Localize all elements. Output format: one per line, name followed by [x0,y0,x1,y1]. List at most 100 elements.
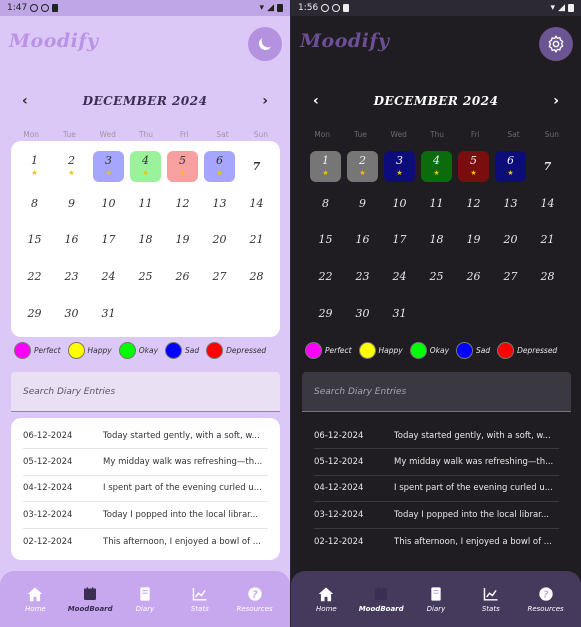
calendar-day[interactable]: 4 ★ [127,148,164,185]
calendar-day[interactable]: 2 ★ [53,148,90,185]
calendar-day[interactable]: 31 [381,295,418,332]
mood-color-dot [305,342,322,359]
calendar-day[interactable]: 10 [90,185,127,222]
calendar-day[interactable]: 28 [529,258,566,295]
calendar-day[interactable]: 16 [53,222,90,259]
calendar-day[interactable]: 26 [164,258,201,295]
calendar-day[interactable]: 16 [344,222,381,259]
calendar-day[interactable]: 31 [90,295,127,332]
nav-item-home[interactable]: Home [303,586,349,613]
calendar-day[interactable]: 11 [127,185,164,222]
app-bar: Moodify [0,16,290,74]
calendar-day[interactable]: 6 ★ [201,148,238,185]
calendar-day[interactable]: 11 [418,185,455,222]
calendar-day[interactable]: 23 [344,258,381,295]
calendar-day[interactable]: 5 ★ [164,148,201,185]
calendar-day[interactable]: 24 [90,258,127,295]
nav-item-moodboard[interactable]: MoodBoard [67,586,113,613]
diary-entry[interactable]: 02-12-2024 This afternoon, I enjoyed a bo… [23,529,268,555]
search-input[interactable] [23,386,280,397]
calendar-day[interactable]: 22 [307,258,344,295]
search-bar[interactable] [302,372,571,412]
calendar-day[interactable]: 5 ★ [455,148,492,185]
calendar-day[interactable]: 15 [307,222,344,259]
calendar-day[interactable]: 12 [164,185,201,222]
calendar-day[interactable]: 19 [164,222,201,259]
calendar-day[interactable]: 18 [418,222,455,259]
calendar-day[interactable]: 3 ★ [90,148,127,185]
next-month-button[interactable]: › [262,94,268,108]
nav-item-moodboard[interactable]: MoodBoard [358,586,404,613]
calendar-day[interactable]: 21 [529,222,566,259]
calendar-day[interactable]: 27 [201,258,238,295]
day-number: 6 [507,154,514,168]
calendar-day[interactable]: 19 [455,222,492,259]
calendar-day[interactable]: 9 [53,185,90,222]
nav-item-resources[interactable]: ? Resources [232,586,278,613]
nav-item-stats[interactable]: Stats [468,586,514,613]
calendar-day[interactable]: 14 [238,185,275,222]
calendar-day[interactable]: 25 [127,258,164,295]
calendar-day[interactable]: 1 ★ [16,148,53,185]
nav-item-diary[interactable]: Diary [122,586,168,613]
calendar-day[interactable]: 8 [307,185,344,222]
nav-item-resources[interactable]: ? Resources [523,586,569,613]
day-number: 16 [64,233,79,247]
calendar-day[interactable]: 22 [16,258,53,295]
calendar-day[interactable]: 20 [201,222,238,259]
search-input[interactable] [314,386,571,397]
calendar-day[interactable]: 23 [53,258,90,295]
calendar-day[interactable]: 3 ★ [381,148,418,185]
calendar-day[interactable]: 21 [238,222,275,259]
calendar-day[interactable]: 26 [455,258,492,295]
calendar-day[interactable]: 8 [16,185,53,222]
calendar-day[interactable]: 7 [529,148,566,185]
calendar-day[interactable]: 17 [381,222,418,259]
diary-entry[interactable]: 02-12-2024 This afternoon, I enjoyed a bo… [314,529,559,555]
diary-entry[interactable]: 06-12-2024 Today started gently, with a s… [314,423,559,450]
calendar-day[interactable]: 13 [201,185,238,222]
calendar-day[interactable]: 1 ★ [307,148,344,185]
calendar-day[interactable]: 17 [90,222,127,259]
next-month-button[interactable]: › [553,94,559,108]
calendar-day[interactable]: 4 ★ [418,148,455,185]
calendar-day[interactable]: 15 [16,222,53,259]
calendar-day[interactable]: 2 ★ [344,148,381,185]
nav-item-home[interactable]: Home [12,586,58,613]
diary-entry[interactable]: 05-12-2024 My midday walk was refreshing—… [23,449,268,476]
calendar-day[interactable]: 9 [344,185,381,222]
calendar-day[interactable]: 24 [381,258,418,295]
calendar-day[interactable]: 27 [492,258,529,295]
nav-item-stats[interactable]: Stats [177,586,223,613]
calendar-day[interactable]: 12 [455,185,492,222]
calendar-day[interactable]: 28 [238,258,275,295]
calendar-day[interactable]: 20 [492,222,529,259]
nav-item-diary[interactable]: Diary [413,586,459,613]
diary-entry[interactable]: 03-12-2024 Today I popped into the local … [23,502,268,529]
battery-icon [568,4,574,12]
calendar-day[interactable]: 13 [492,185,529,222]
diary-entry[interactable]: 04-12-2024 I spent part of the evening cu… [23,476,268,503]
calendar-day[interactable]: 30 [53,295,90,332]
theme-toggle-button[interactable] [248,27,282,61]
diary-entry-preview: My midday walk was refreshing—th... [103,457,263,468]
calendar-day[interactable]: 7 [238,148,275,185]
calendar-day[interactable]: 25 [418,258,455,295]
prev-month-button[interactable]: ‹ [22,94,28,108]
calendar-day[interactable]: 30 [344,295,381,332]
day-number: 11 [429,196,444,210]
prev-month-button[interactable]: ‹ [313,94,319,108]
search-bar[interactable] [11,372,280,412]
diary-entry[interactable]: 05-12-2024 My midday walk was refreshing—… [314,449,559,476]
diary-entry[interactable]: 04-12-2024 I spent part of the evening cu… [314,476,559,503]
calendar-day[interactable]: 6 ★ [492,148,529,185]
home-icon [26,586,44,602]
diary-entry[interactable]: 06-12-2024 Today started gently, with a s… [23,423,268,450]
diary-entry[interactable]: 03-12-2024 Today I popped into the local … [314,502,559,529]
calendar-day[interactable]: 10 [381,185,418,222]
calendar-day[interactable]: 29 [16,295,53,332]
settings-button[interactable] [539,27,573,61]
calendar-day[interactable]: 18 [127,222,164,259]
calendar-day[interactable]: 14 [529,185,566,222]
calendar-day[interactable]: 29 [307,295,344,332]
